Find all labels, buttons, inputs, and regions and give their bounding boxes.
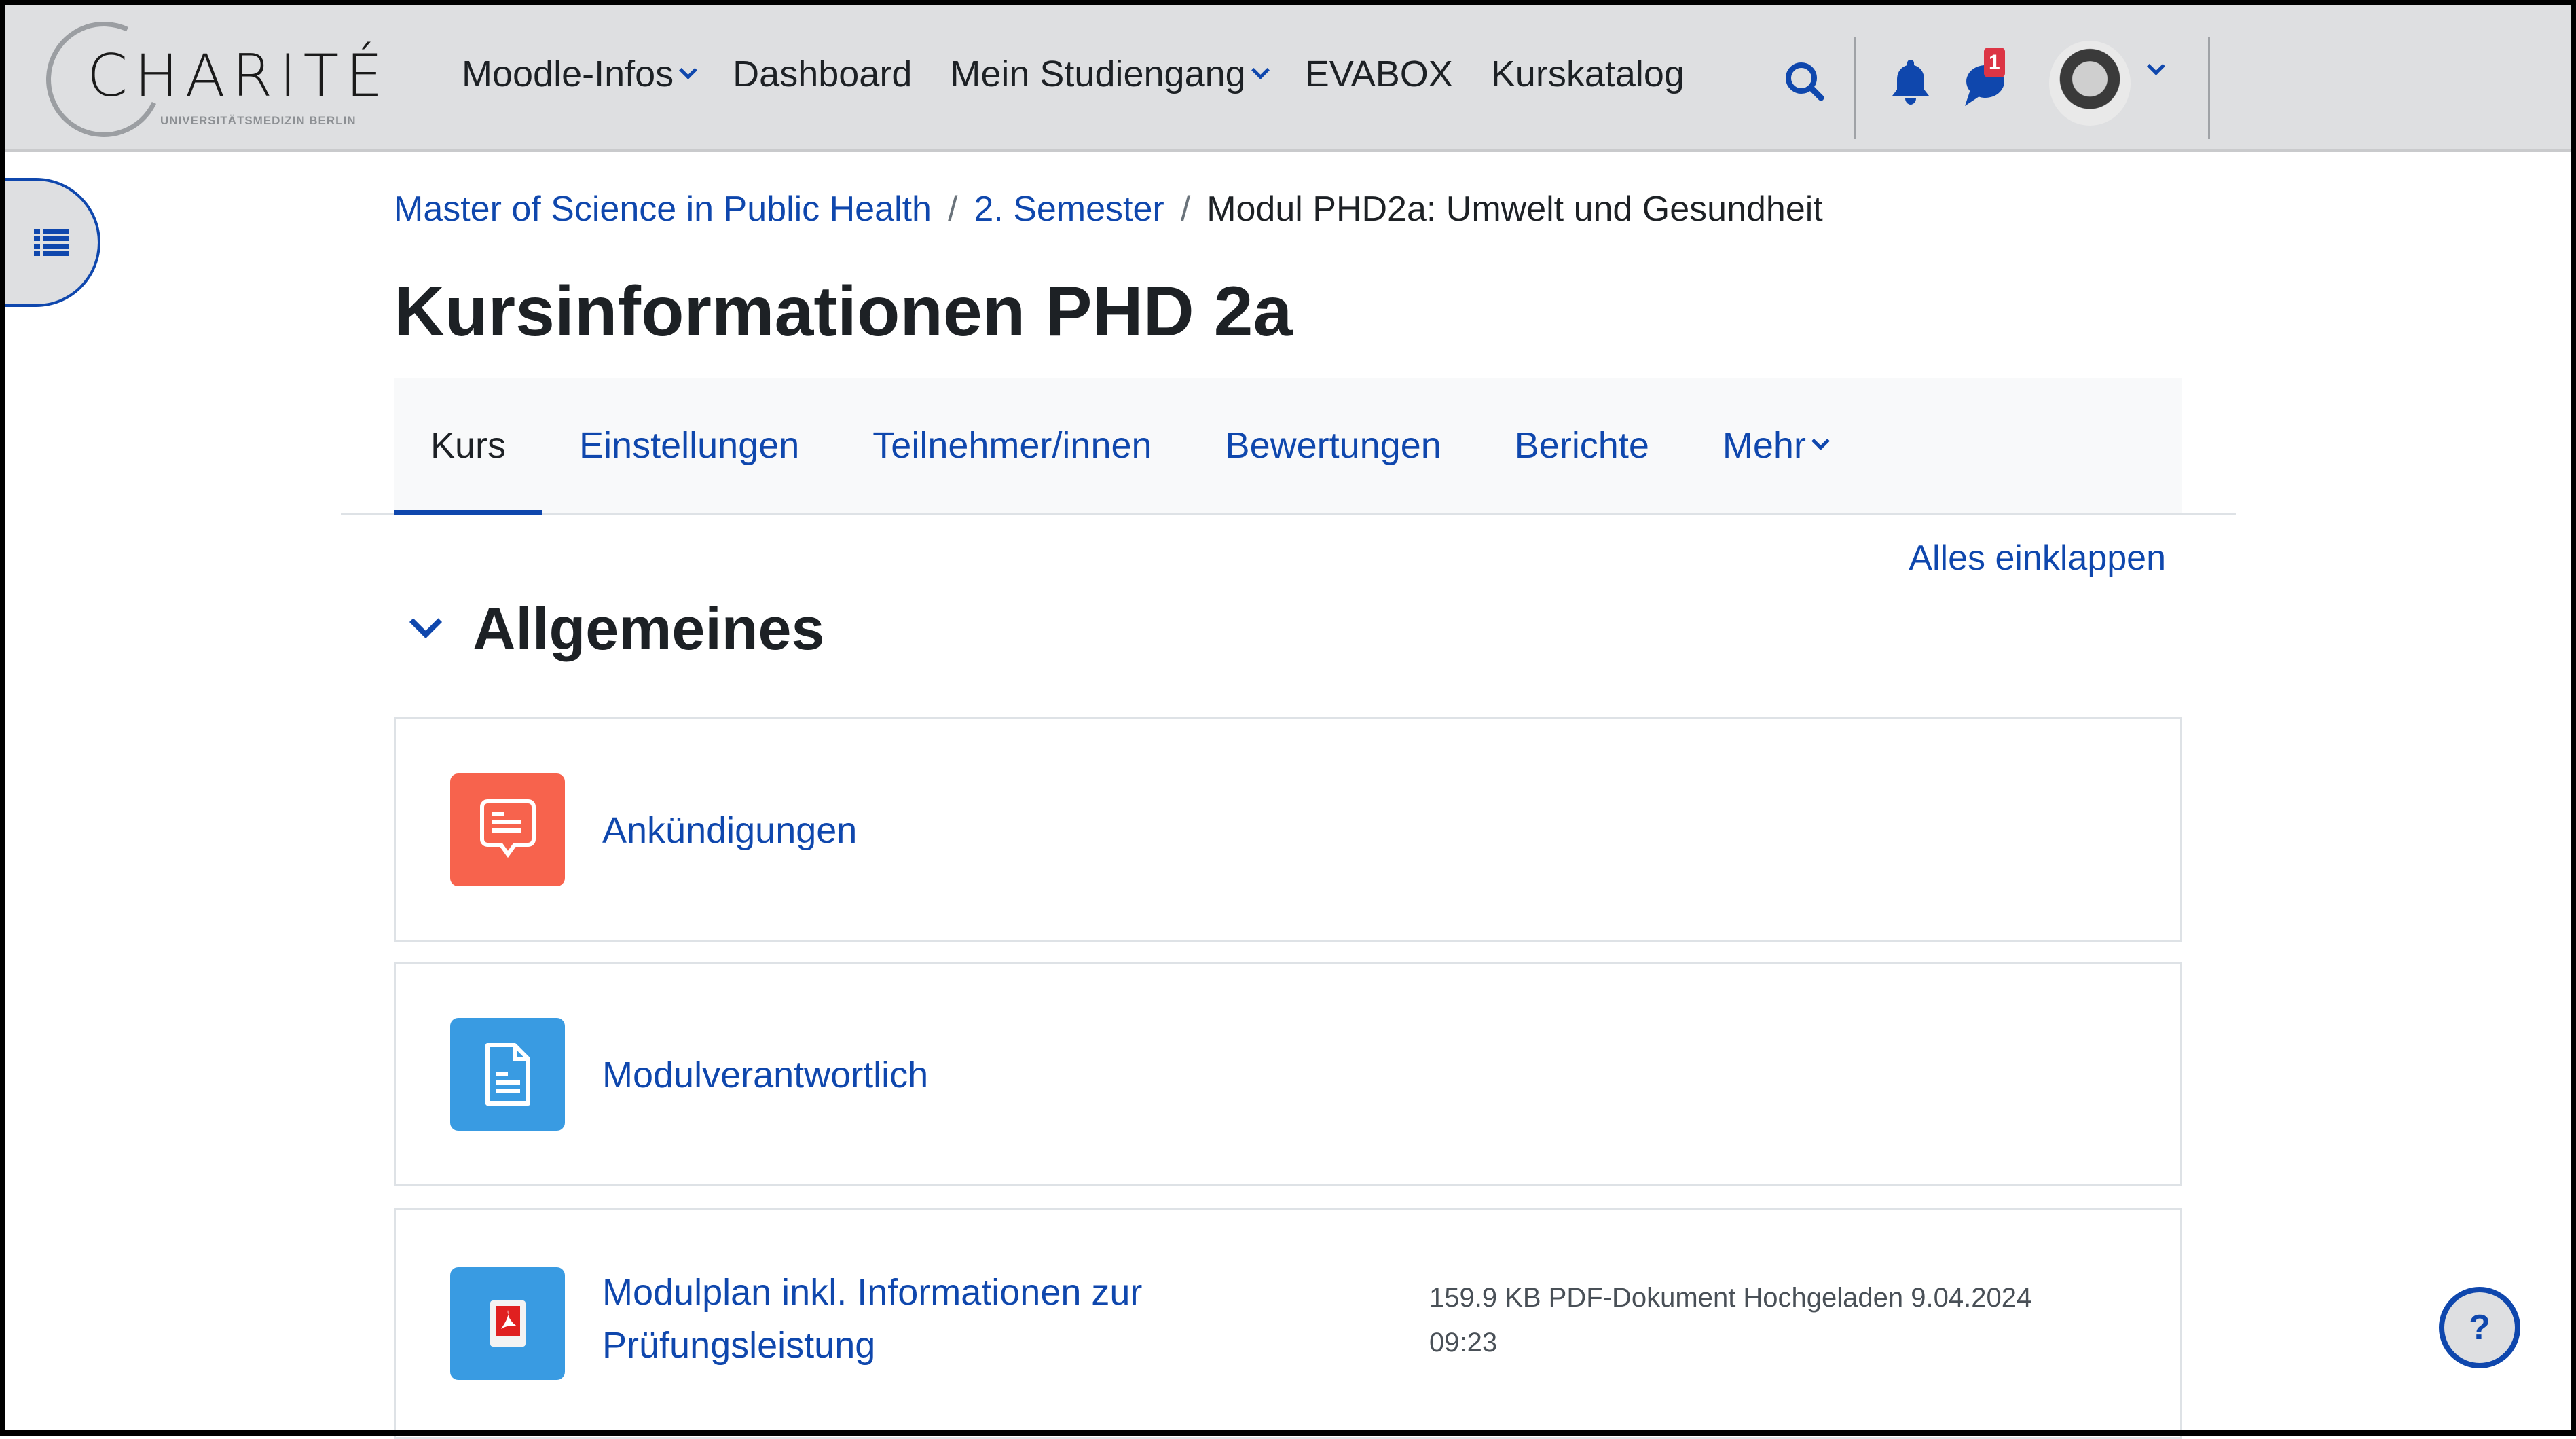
activity-name-line: Modulplan inkl. Informationen zur bbox=[602, 1272, 1143, 1313]
list-icon bbox=[34, 229, 69, 256]
tab-kurs[interactable]: Kurs bbox=[394, 378, 543, 515]
activity-card: Modulverantwortlich bbox=[394, 962, 2182, 1186]
nav-mein-studiengang[interactable]: Mein Studiengang bbox=[950, 53, 1270, 95]
navbar-divider bbox=[2208, 37, 2210, 139]
tab-bewertungen[interactable]: Bewertungen bbox=[1189, 378, 1478, 513]
breadcrumb-semester[interactable]: 2. Semester bbox=[974, 189, 1164, 230]
tab-label: Kurs bbox=[430, 424, 507, 466]
activity-file-details: 159.9 KB PDF-Dokument Hochgeladen 9.04.2… bbox=[1429, 1275, 2108, 1365]
tab-teilnehmer[interactable]: Teilnehmer/innen bbox=[836, 378, 1188, 513]
tab-label: Berichte bbox=[1514, 424, 1649, 466]
nav-label: Moodle-Infos bbox=[462, 54, 674, 94]
nav-kurskatalog[interactable]: Kurskatalog bbox=[1491, 53, 1685, 95]
primary-navigation: Moodle-Infos Dashboard Mein Studiengang … bbox=[462, 53, 1685, 95]
page-title: Kursinformationen PHD 2a bbox=[394, 272, 1293, 351]
message-count-badge: 1 bbox=[1984, 48, 2005, 77]
nav-moodle-infos[interactable]: Moodle-Infos bbox=[462, 53, 698, 95]
navbar-divider bbox=[1854, 37, 1856, 139]
pdf-icon bbox=[490, 1300, 526, 1347]
section-title[interactable]: Allgemeines bbox=[473, 594, 824, 663]
activity-icon-tile[interactable] bbox=[450, 1018, 565, 1131]
activity-name-line: Prüfungsleistung bbox=[602, 1325, 876, 1366]
search-icon bbox=[1786, 62, 1824, 101]
activity-card: Modulplan inkl. Informationen zur Prüfun… bbox=[394, 1208, 2182, 1439]
tab-label: Einstellungen bbox=[579, 424, 800, 466]
tabbar-divider bbox=[341, 513, 2236, 515]
logo-subtitle: UNIVERSITÄTSMEDIZIN BERLIN bbox=[160, 114, 356, 127]
tab-label: Mehr bbox=[1722, 424, 1806, 466]
activity-card: Ankündigungen bbox=[394, 717, 2182, 942]
chevron-down-icon bbox=[679, 60, 698, 79]
collapse-all-link[interactable]: Alles einklappen bbox=[1909, 538, 2166, 579]
nav-dashboard[interactable]: Dashboard bbox=[733, 53, 912, 95]
nav-label: Mein Studiengang bbox=[950, 54, 1246, 94]
nav-label: Kurskatalog bbox=[1490, 54, 1685, 94]
charite-logo[interactable]: CHARITÉ UNIVERSITÄTSMEDIZIN BERLIN bbox=[30, 5, 399, 153]
tab-einstellungen[interactable]: Einstellungen bbox=[542, 378, 836, 513]
question-icon: ? bbox=[2469, 1308, 2490, 1347]
activity-link-modulverantwortlich[interactable]: Modulverantwortlich bbox=[602, 1049, 928, 1101]
section-header: Allgemeines bbox=[409, 594, 824, 663]
course-index-toggle[interactable] bbox=[5, 178, 100, 307]
activity-icon-tile[interactable] bbox=[450, 773, 565, 886]
activity-link-ankuendigungen[interactable]: Ankündigungen bbox=[602, 804, 857, 857]
document-icon bbox=[485, 1043, 530, 1106]
bell-icon bbox=[1892, 60, 1929, 105]
help-button[interactable]: ? bbox=[2439, 1287, 2520, 1368]
file-meta-line: 159.9 KB PDF-Dokument Hochgeladen 9.04.2… bbox=[1429, 1283, 2032, 1313]
file-meta-line: 09:23 bbox=[1429, 1328, 1498, 1358]
activity-icon-tile[interactable] bbox=[450, 1267, 565, 1380]
course-tabs: Kurs Einstellungen Teilnehmer/innen Bewe… bbox=[394, 378, 1864, 515]
user-avatar[interactable] bbox=[2049, 41, 2131, 126]
activity-link-modulplan[interactable]: Modulplan inkl. Informationen zur Prüfun… bbox=[602, 1266, 1142, 1372]
chevron-down-icon[interactable] bbox=[409, 605, 443, 639]
tab-label: Bewertungen bbox=[1225, 424, 1441, 466]
nav-label: Dashboard bbox=[733, 54, 913, 94]
breadcrumb-program[interactable]: Master of Science in Public Health bbox=[394, 189, 932, 230]
chevron-down-icon bbox=[1251, 60, 1270, 79]
notifications-button[interactable] bbox=[1890, 57, 1931, 109]
tab-mehr[interactable]: Mehr bbox=[1686, 378, 1864, 513]
breadcrumb-module: Modul PHD2a: Umwelt und Gesundheit bbox=[1207, 189, 1823, 229]
search-button[interactable] bbox=[1783, 60, 1826, 107]
breadcrumb: Master of Science in Public Health / 2. … bbox=[394, 189, 1823, 230]
announcement-icon bbox=[479, 799, 536, 858]
chevron-down-icon bbox=[1811, 432, 1830, 450]
nav-label: EVABOX bbox=[1304, 54, 1453, 94]
user-menu-toggle[interactable] bbox=[2147, 57, 2165, 75]
breadcrumb-separator: / bbox=[1180, 189, 1191, 229]
logo-name: CHARITÉ bbox=[87, 42, 390, 110]
top-navbar: CHARITÉ UNIVERSITÄTSMEDIZIN BERLIN Moodl… bbox=[5, 5, 2571, 153]
chevron-down-icon bbox=[2147, 57, 2165, 75]
breadcrumb-separator: / bbox=[947, 189, 958, 229]
nav-evabox[interactable]: EVABOX bbox=[1305, 53, 1453, 95]
tab-label: Teilnehmer/innen bbox=[872, 424, 1152, 466]
tab-berichte[interactable]: Berichte bbox=[1478, 378, 1686, 513]
